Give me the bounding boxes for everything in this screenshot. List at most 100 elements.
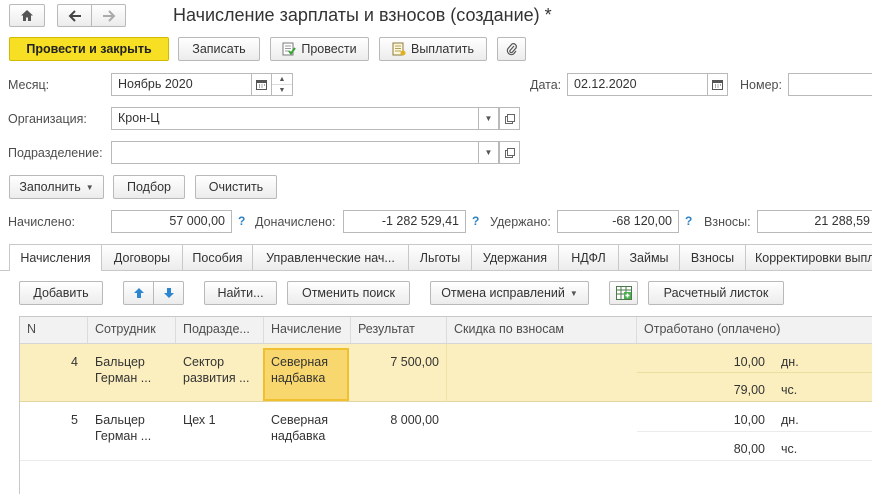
department-line1: Цех 1 (183, 413, 216, 427)
post-button[interactable]: Провести (270, 37, 369, 61)
cancel-corrections-button[interactable]: Отмена исправлений ▼ (430, 281, 589, 305)
employee-name-line2: Герман ... (95, 371, 152, 385)
accrual-line1: Северная (271, 413, 329, 427)
row-number: 5 (71, 413, 78, 427)
tab-contracts[interactable]: Договоры (101, 244, 183, 270)
date-input[interactable]: 02.12.2020 (567, 73, 708, 96)
column-header-employee[interactable]: Сотрудник (88, 317, 176, 343)
department-input[interactable] (111, 141, 479, 164)
date-calendar-button[interactable] (708, 73, 728, 96)
row-number: 4 (71, 355, 78, 369)
pay-button[interactable]: Выплатить (379, 37, 487, 61)
tab-accruals[interactable]: Начисления (9, 244, 102, 271)
row-subdivider (637, 431, 872, 432)
accrued-help-icon[interactable]: ? (238, 214, 245, 228)
tab-benefits[interactable]: Пособия (182, 244, 253, 270)
accrued-value: 57 000,00 (111, 210, 232, 233)
calendar-icon (256, 79, 267, 90)
worked-hours-unit: чс. (781, 442, 798, 456)
tab-contributions[interactable]: Взносы (679, 244, 746, 270)
additional-help-icon[interactable]: ? (472, 214, 479, 228)
post-button-label: Провести (301, 42, 357, 56)
chevron-down-icon: ▼ (569, 288, 578, 298)
calendar-icon (712, 79, 723, 90)
column-header-department[interactable]: Подразде... (176, 317, 264, 343)
department-label: Подразделение: (8, 146, 103, 160)
column-header-contribution-discount[interactable]: Скидка по взносам (447, 317, 637, 343)
tab-ndfl[interactable]: НДФЛ (558, 244, 619, 270)
tab-deductions-benefits[interactable]: Льготы (408, 244, 472, 270)
chevron-down-icon: ▼ (484, 148, 493, 157)
save-button[interactable]: Записать (178, 37, 260, 61)
worked-hours: 80,00 (733, 442, 765, 456)
column-header-accrual[interactable]: Начисление (264, 317, 351, 343)
back-button[interactable] (57, 4, 92, 27)
column-header-worked[interactable]: Отработано (оплачено) (637, 317, 872, 343)
payment-document-icon (392, 42, 406, 56)
department-line2: развития ... (183, 371, 250, 385)
result-value: 8 000,00 (390, 413, 439, 427)
organization-input[interactable]: Крон-Ц (111, 107, 479, 130)
arrow-left-icon (68, 9, 82, 22)
withheld-label: Удержано: (490, 215, 551, 229)
payslip-button[interactable]: Расчетный листок (648, 281, 784, 305)
department-dropdown-button[interactable]: ▼ (479, 141, 499, 164)
pay-button-label: Выплатить (410, 42, 474, 56)
result-value: 7 500,00 (390, 355, 439, 369)
column-header-n[interactable]: N (20, 317, 88, 343)
cancel-corrections-label: Отмена исправлений (441, 286, 565, 300)
column-header-result[interactable]: Результат (351, 317, 447, 343)
contributions-label: Взносы: (704, 215, 751, 229)
table-settings-icon (615, 286, 632, 300)
post-and-close-button[interactable]: Провести и закрыть (9, 37, 169, 61)
month-stepper[interactable]: ▲ ▼ (272, 73, 293, 96)
arrow-down-icon (163, 287, 175, 299)
tab-withholdings[interactable]: Удержания (471, 244, 559, 270)
additional-label: Доначислено: (255, 215, 336, 229)
add-row-button[interactable]: Добавить (19, 281, 103, 305)
window-title: Начисление зарплаты и взносов (создание)… (173, 5, 552, 25)
month-calendar-button[interactable] (252, 73, 272, 96)
stepper-up-icon[interactable]: ▲ (272, 74, 292, 85)
move-up-button[interactable] (123, 281, 154, 305)
tabs-baseline (0, 270, 872, 271)
worked-days: 10,00 (733, 355, 765, 369)
number-label: Номер: (740, 78, 782, 92)
table-settings-button[interactable] (609, 281, 638, 305)
organization-open-button[interactable] (499, 107, 520, 130)
find-button[interactable]: Найти... (204, 281, 277, 305)
tab-payment-corrections[interactable]: Корректировки выпл (745, 244, 872, 270)
accrual-line1: Северная (271, 355, 329, 369)
worked-hours-unit: чс. (781, 383, 798, 397)
fill-button[interactable]: Заполнить ▼ (9, 175, 104, 199)
move-down-button[interactable] (153, 281, 184, 305)
worked-hours: 79,00 (733, 383, 765, 397)
worked-days-unit: дн. (781, 355, 799, 369)
contributions-value: 21 288,59 (757, 210, 872, 233)
stepper-down-icon[interactable]: ▼ (272, 85, 292, 95)
tab-management-accruals[interactable]: Управленческие нач... (252, 244, 409, 270)
number-input[interactable] (788, 73, 872, 96)
clear-button[interactable]: Очистить (195, 175, 277, 199)
chevron-down-icon: ▼ (484, 114, 493, 123)
employee-name-line1: Бальцер (95, 413, 145, 427)
forward-button[interactable] (91, 4, 126, 27)
select-button[interactable]: Подбор (113, 175, 185, 199)
cancel-search-button[interactable]: Отменить поиск (287, 281, 410, 305)
organization-dropdown-button[interactable]: ▼ (479, 107, 499, 130)
organization-label: Организация: (8, 112, 87, 126)
paperclip-icon (506, 42, 518, 56)
tab-loans[interactable]: Займы (618, 244, 680, 270)
attach-button[interactable] (497, 37, 526, 61)
fill-button-label: Заполнить (19, 180, 81, 194)
withheld-help-icon[interactable]: ? (685, 214, 692, 228)
post-document-icon (282, 42, 297, 56)
month-input[interactable]: Ноябрь 2020 (111, 73, 252, 96)
worked-days: 10,00 (733, 413, 765, 427)
arrow-up-icon (133, 287, 145, 299)
department-open-button[interactable] (499, 141, 520, 164)
date-label: Дата: (530, 78, 562, 92)
home-button[interactable] (9, 4, 45, 27)
home-icon (20, 9, 34, 22)
open-link-icon (504, 113, 515, 124)
